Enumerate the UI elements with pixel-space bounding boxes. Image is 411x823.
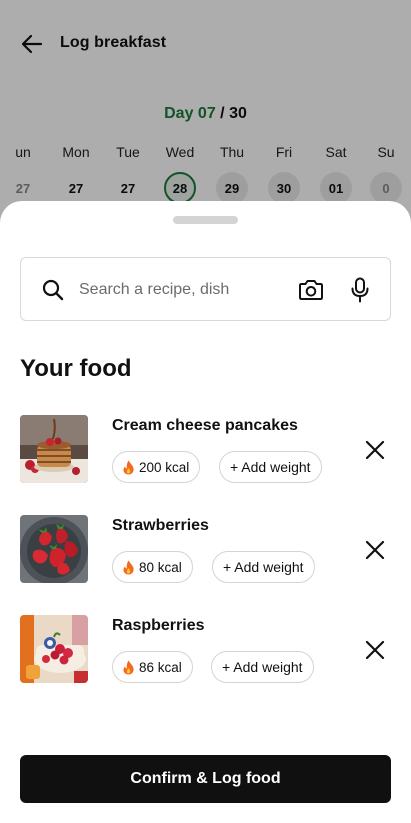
calories-chip: 200 kcal — [112, 451, 201, 483]
add-weight-button[interactable]: + Add weight — [219, 451, 322, 483]
flame-icon — [123, 660, 134, 674]
calories-value: 200 kcal — [139, 459, 190, 475]
search-icon — [42, 279, 64, 301]
food-item: Cream cheese pancakes 200 kcal + Add wei… — [0, 415, 411, 485]
remove-food-button[interactable] — [362, 437, 388, 463]
food-name: Raspberries — [112, 617, 205, 634]
add-weight-button[interactable]: + Add weight — [211, 651, 314, 683]
search-box — [20, 257, 391, 321]
search-input[interactable] — [79, 270, 289, 310]
section-title: Your food — [20, 355, 132, 382]
food-item: Raspberries 86 kcal + Add weight — [0, 615, 411, 685]
food-image-pancakes — [20, 415, 88, 483]
calories-chip: 80 kcal — [112, 551, 193, 583]
food-name: Strawberries — [112, 517, 209, 534]
microphone-button[interactable] — [347, 276, 373, 304]
flame-icon — [123, 460, 134, 474]
camera-button[interactable] — [298, 277, 324, 303]
calories-chip: 86 kcal — [112, 651, 193, 683]
food-item: Strawberries 80 kcal + Add weight — [0, 515, 411, 585]
remove-food-button[interactable] — [362, 637, 388, 663]
remove-food-button[interactable] — [362, 537, 388, 563]
camera-icon — [299, 280, 323, 300]
confirm-log-food-button[interactable]: Confirm & Log food — [20, 755, 391, 803]
flame-icon — [123, 560, 134, 574]
bottom-sheet: Your food Cream cheese pancake — [0, 201, 411, 823]
calories-value: 80 kcal — [139, 559, 182, 575]
calories-value: 86 kcal — [139, 659, 182, 675]
food-image-strawberries — [20, 515, 88, 583]
close-icon — [365, 540, 385, 560]
add-weight-button[interactable]: + Add weight — [212, 551, 315, 583]
food-name: Cream cheese pancakes — [112, 417, 298, 434]
drag-handle[interactable] — [173, 216, 238, 224]
food-image-raspberries — [20, 615, 88, 683]
microphone-icon — [351, 277, 369, 303]
close-icon — [365, 440, 385, 460]
close-icon — [365, 640, 385, 660]
